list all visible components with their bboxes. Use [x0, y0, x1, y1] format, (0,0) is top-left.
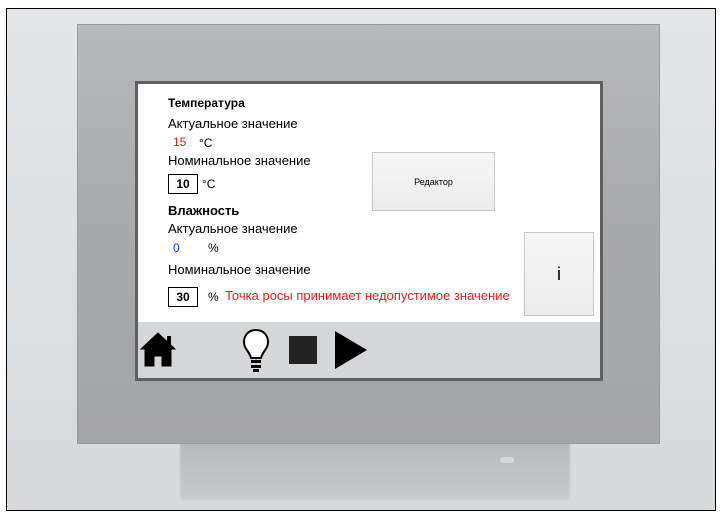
device-shadow — [180, 440, 570, 500]
device-shadow-light — [500, 457, 514, 463]
lightbulb-icon[interactable] — [241, 327, 271, 378]
temperature-title: Температура — [168, 96, 245, 110]
home-icon[interactable] — [139, 330, 177, 373]
temperature-actual-value: 15 — [173, 135, 187, 149]
humidity-nominal-label: Номинальное значение — [168, 262, 311, 277]
screen-content: Температура Актуальное значение 15 °C Но… — [138, 84, 600, 322]
stop-icon[interactable] — [288, 335, 318, 370]
dew-point-warning: Точка росы принимает недопустимое значен… — [225, 288, 510, 303]
humidity-actual-unit: % — [208, 241, 219, 255]
temperature-nominal-input[interactable]: 10 — [168, 174, 198, 194]
humidity-actual-label: Актуальное значение — [168, 221, 298, 236]
humidity-nominal-unit: % — [208, 290, 219, 304]
play-icon[interactable] — [334, 330, 368, 375]
info-button[interactable]: i — [524, 232, 594, 316]
bottom-toolbar — [138, 322, 600, 378]
humidity-actual-value: 0 — [173, 241, 180, 255]
hmi-screen: Температура Актуальное значение 15 °C Но… — [135, 81, 603, 381]
humidity-title: Влажность — [168, 203, 240, 218]
editor-button[interactable]: Редактор — [372, 152, 495, 211]
temperature-nominal-label: Номинальное значение — [168, 153, 311, 168]
temperature-nominal-unit: °C — [202, 177, 216, 191]
temperature-actual-unit: °C — [199, 136, 213, 150]
humidity-nominal-input[interactable]: 30 — [168, 287, 198, 307]
temperature-actual-label: Актуальное значение — [168, 116, 298, 131]
